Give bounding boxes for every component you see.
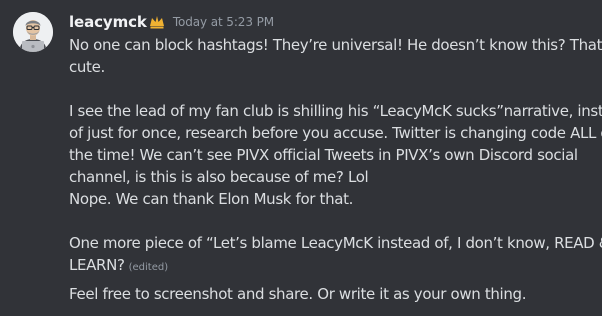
message-line: cute. bbox=[69, 58, 105, 76]
message-line: One more piece of “Let’s blame LeacyMcK … bbox=[69, 234, 602, 252]
message-line-text: LEARN? bbox=[69, 256, 125, 274]
message-line: Nope. We can thank Elon Musk for that. bbox=[69, 190, 354, 208]
message-timestamp[interactable]: Today at 5:23 PM bbox=[173, 15, 274, 29]
message-line: No one can block hashtags! They’re unive… bbox=[69, 36, 602, 54]
message-line-last: LEARN? (edited) bbox=[69, 254, 594, 279]
message-blank-line bbox=[69, 78, 594, 100]
avatar-image bbox=[13, 12, 53, 52]
followup-message: Feel free to screenshot and share. Or wr… bbox=[69, 285, 527, 303]
message-line: I see the lead of my fan club is shillin… bbox=[69, 102, 602, 120]
message-line: channel, is this is also because of me? … bbox=[69, 168, 369, 186]
message-blank-line bbox=[69, 210, 594, 232]
message-content: No one can block hashtags! They’re unive… bbox=[69, 34, 602, 279]
message-line: of just for once, research before you ac… bbox=[69, 124, 602, 142]
message-line: the time! We can’t see PIVX official Twe… bbox=[69, 146, 578, 164]
chat-message: leacymck Today at 5:23 PM No one can blo… bbox=[0, 0, 602, 316]
crown-icon-shape bbox=[149, 16, 164, 29]
user-avatar[interactable] bbox=[13, 12, 53, 52]
edited-label[interactable]: (edited) bbox=[129, 262, 169, 273]
message-header: leacymck Today at 5:23 PM bbox=[69, 10, 274, 34]
crown-icon[interactable] bbox=[149, 14, 165, 30]
username[interactable]: leacymck bbox=[69, 13, 147, 31]
